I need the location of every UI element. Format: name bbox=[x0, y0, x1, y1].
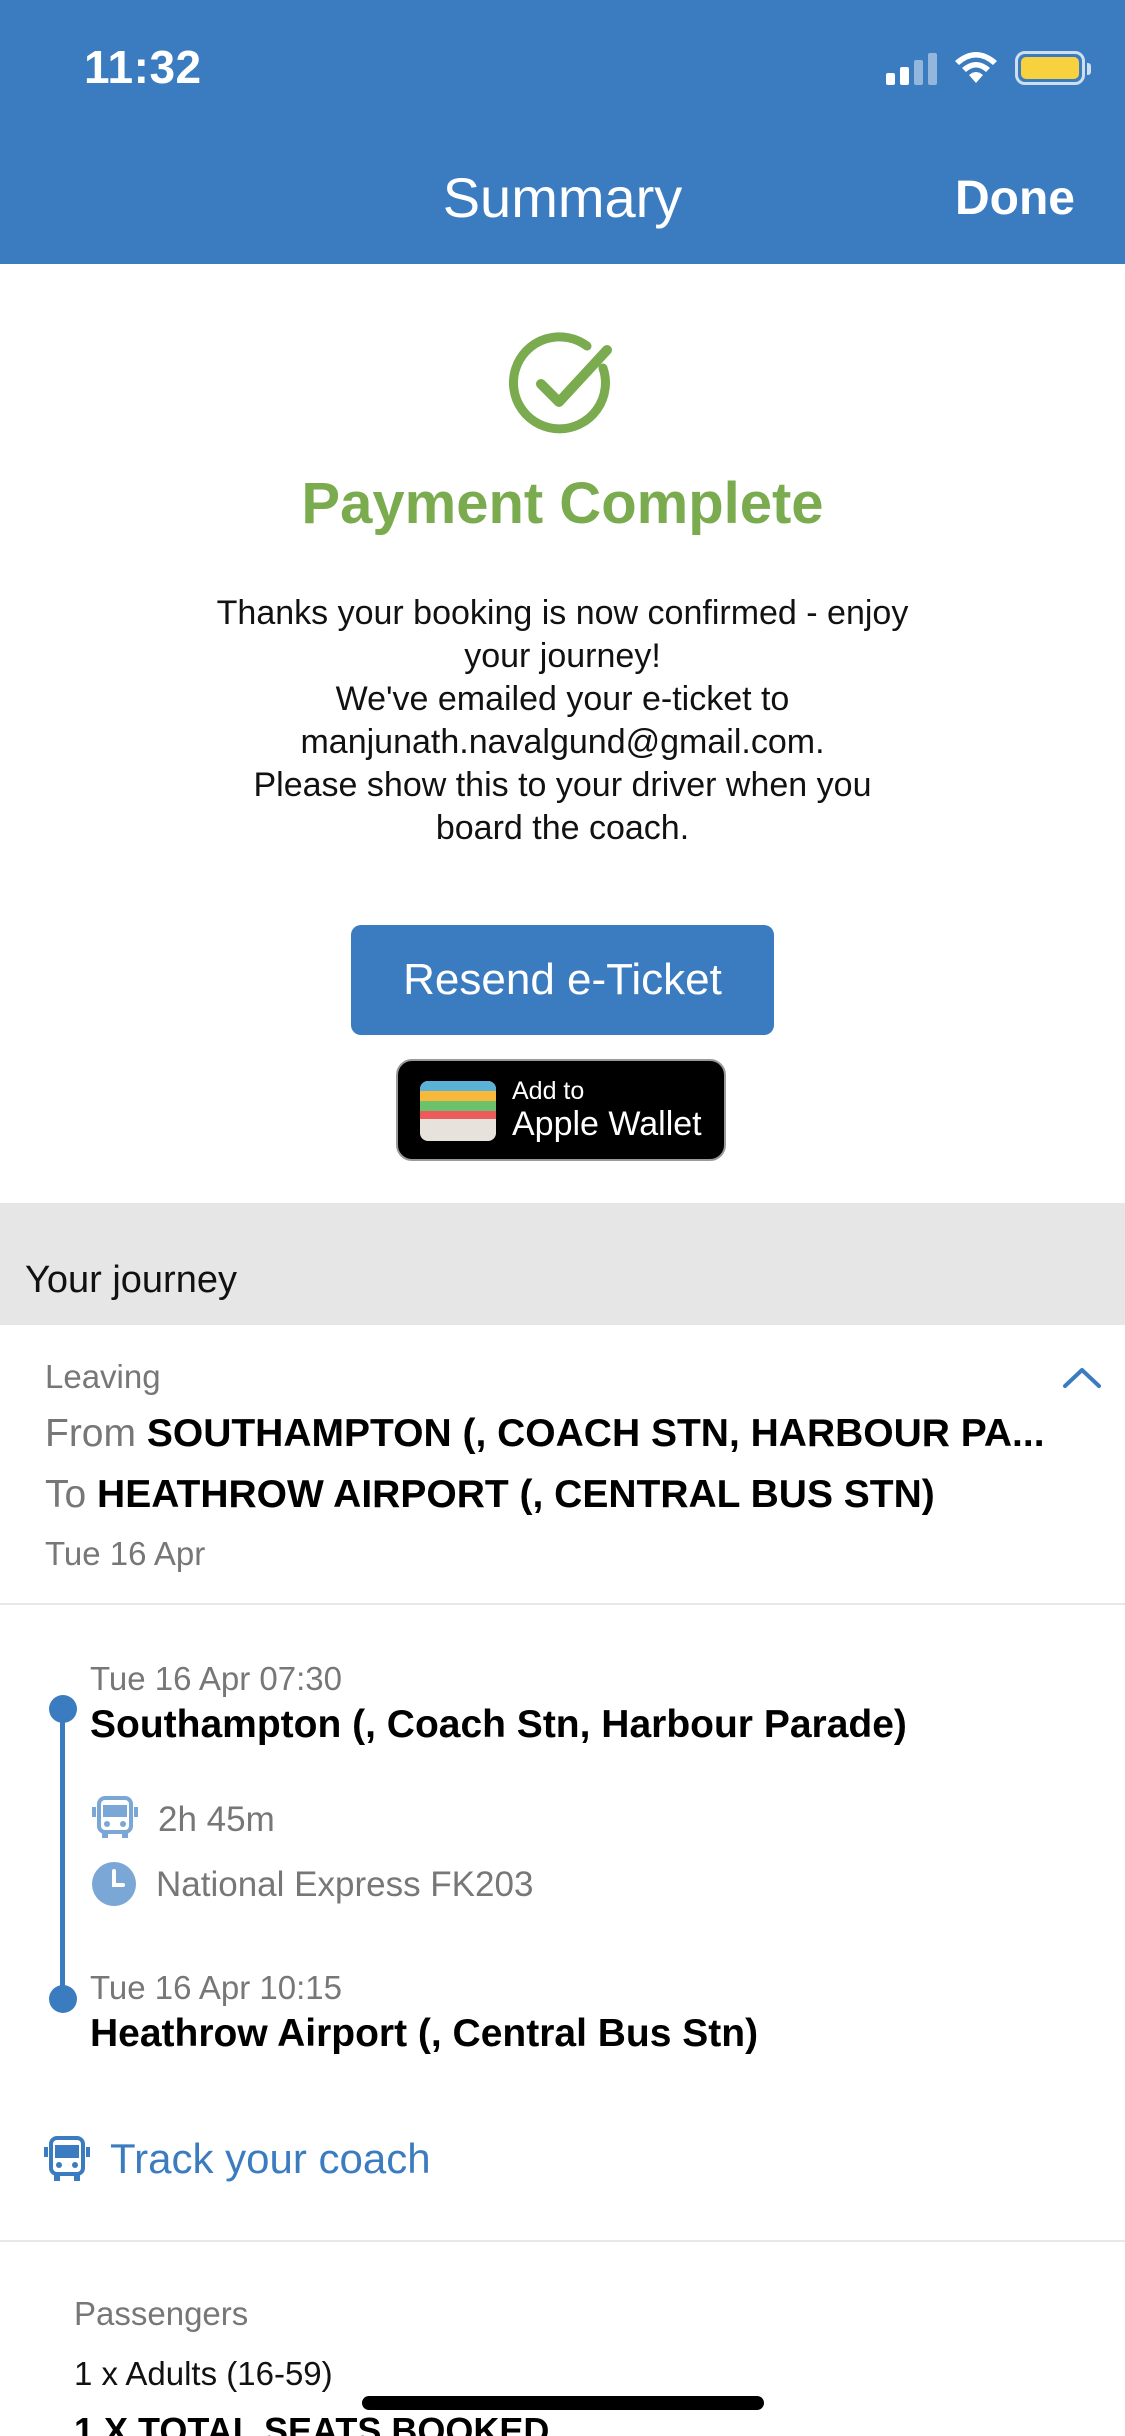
wallet-big-label: Apple Wallet bbox=[512, 1105, 702, 1143]
passengers-value: 1 x Adults (16-59) bbox=[74, 2355, 333, 2392]
chevron-up-icon[interactable] bbox=[1061, 1364, 1103, 1390]
total-seats-booked: 1 X TOTAL SEATS BOOKED bbox=[74, 2410, 550, 2436]
journey-duration: 2h 45m bbox=[158, 1800, 275, 1839]
wifi-icon bbox=[955, 52, 997, 83]
clock-icon bbox=[92, 1862, 136, 1906]
checkmark-circle-icon bbox=[508, 332, 612, 434]
journey-from: From SOUTHAMPTON (, COACH STN, HARBOUR P… bbox=[45, 1412, 1045, 1456]
journey-to: To HEATHROW AIRPORT (, CENTRAL BUS STN) bbox=[45, 1473, 935, 1517]
bus-icon[interactable] bbox=[42, 2133, 92, 2185]
journey-section-header: Your journey bbox=[0, 1203, 1125, 1325]
home-indicator[interactable] bbox=[362, 2396, 764, 2410]
message-line: Thanks your booking is now confirmed - e… bbox=[216, 594, 909, 632]
message-line: We've emailed your e-ticket to bbox=[335, 680, 790, 718]
journey-date: Tue 16 Apr bbox=[45, 1535, 206, 1572]
divider bbox=[0, 1603, 1125, 1605]
arrival-dot bbox=[49, 1985, 77, 2013]
from-prefix: From bbox=[45, 1412, 136, 1455]
message-line: board the coach. bbox=[435, 809, 690, 847]
resend-eticket-button[interactable]: Resend e-Ticket bbox=[351, 925, 774, 1035]
done-button[interactable]: Done bbox=[955, 171, 1075, 226]
message-line: your journey! bbox=[464, 637, 661, 675]
arrival-place: Heathrow Airport (, Central Bus Stn) bbox=[90, 2012, 759, 2055]
arrival-time: Tue 16 Apr 10:15 bbox=[90, 1969, 342, 2006]
nav-header: 11:32 Summary Done bbox=[0, 0, 1125, 264]
departure-dot bbox=[49, 1695, 77, 1723]
track-coach-link[interactable]: Track your coach bbox=[110, 2135, 431, 2183]
timeline-line bbox=[60, 1708, 65, 1998]
status-icons bbox=[886, 48, 1091, 88]
status-time: 11:32 bbox=[84, 41, 202, 93]
passengers-label: Passengers bbox=[74, 2295, 249, 2332]
divider bbox=[0, 2240, 1125, 2242]
from-value: SOUTHAMPTON (, COACH STN, HARBOUR PA... bbox=[146, 1412, 1045, 1455]
battery-icon bbox=[1015, 51, 1091, 85]
payment-complete-title: Payment Complete bbox=[301, 471, 824, 536]
service-name: National Express FK203 bbox=[156, 1865, 534, 1904]
add-to-apple-wallet-button[interactable]: Add to Apple Wallet bbox=[396, 1059, 726, 1161]
leaving-label: Leaving bbox=[45, 1358, 161, 1395]
to-prefix: To bbox=[45, 1473, 87, 1516]
departure-time: Tue 16 Apr 07:30 bbox=[90, 1660, 342, 1697]
journey-section-title: Your journey bbox=[25, 1259, 237, 1301]
departure-place: Southampton (, Coach Stn, Harbour Parade… bbox=[90, 1703, 907, 1746]
wallet-small-label: Add to bbox=[512, 1077, 585, 1105]
email-address: manjunath.navalgund@gmail.com. bbox=[300, 723, 825, 761]
wallet-icon bbox=[420, 1081, 496, 1141]
message-line: Please show this to your driver when you bbox=[253, 766, 872, 804]
to-value: HEATHROW AIRPORT (, CENTRAL BUS STN) bbox=[97, 1473, 935, 1516]
bus-icon bbox=[92, 1796, 138, 1838]
confirmation-message: Thanks your booking is now confirmed - e… bbox=[180, 592, 945, 850]
signal-icon bbox=[886, 51, 937, 85]
